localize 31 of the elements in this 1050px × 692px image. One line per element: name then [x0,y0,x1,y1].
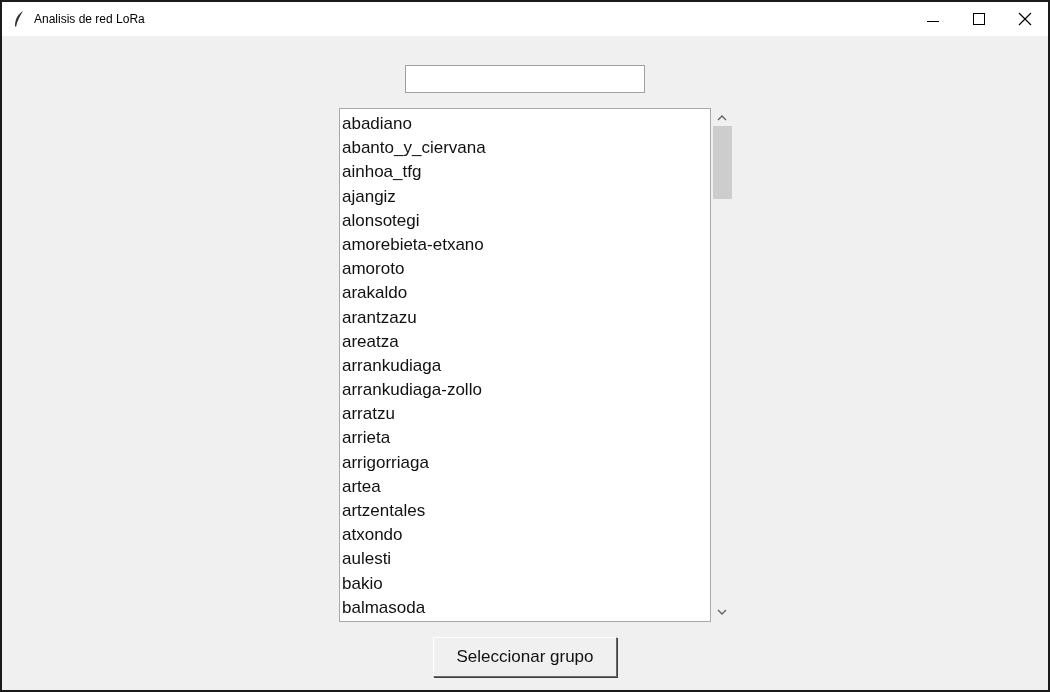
minimize-icon [927,20,939,22]
list-item[interactable]: artea [342,474,710,499]
list-item[interactable]: balmasoda [342,595,710,620]
list-item[interactable]: artzentales [342,499,710,524]
list-item[interactable]: arrieta [342,426,710,451]
list-item[interactable]: arakaldo [342,281,710,306]
list-item[interactable]: ajangiz [342,184,710,209]
search-field[interactable] [405,65,645,93]
list-item[interactable]: arantzazu [342,305,710,330]
list-item[interactable]: arrigorriaga [342,450,710,475]
scroll-up-icon[interactable] [717,114,727,122]
window-title: Analisis de red LoRa [34,12,146,26]
list-item[interactable]: bakio [342,571,710,596]
scroll-down-icon[interactable] [717,608,727,616]
list-item[interactable]: arrankudiaga [342,353,710,379]
list-item[interactable]: arrankudiaga-zollo [342,378,710,403]
list-item[interactable]: arratzu [342,402,710,427]
list-item[interactable]: areatza [342,329,710,354]
maximize-icon [973,13,985,25]
list-item[interactable]: alonsotegi [342,208,710,233]
list-item[interactable]: amorebieta-etxano [342,232,710,258]
list-item[interactable]: aulesti [342,547,710,572]
list-item[interactable]: atxondo [342,523,710,548]
list-item[interactable]: ainhoa_tfg [342,160,710,185]
list-item[interactable]: amoroto [342,257,710,282]
list-item[interactable]: abadiano [342,112,710,137]
feather-icon [14,11,24,27]
close-icon [1018,12,1032,26]
select-group-button[interactable]: Seleccionar grupo [433,637,617,677]
scroll-thumb[interactable] [712,126,732,199]
list-item[interactable]: abanto_y_ciervana [342,136,710,161]
